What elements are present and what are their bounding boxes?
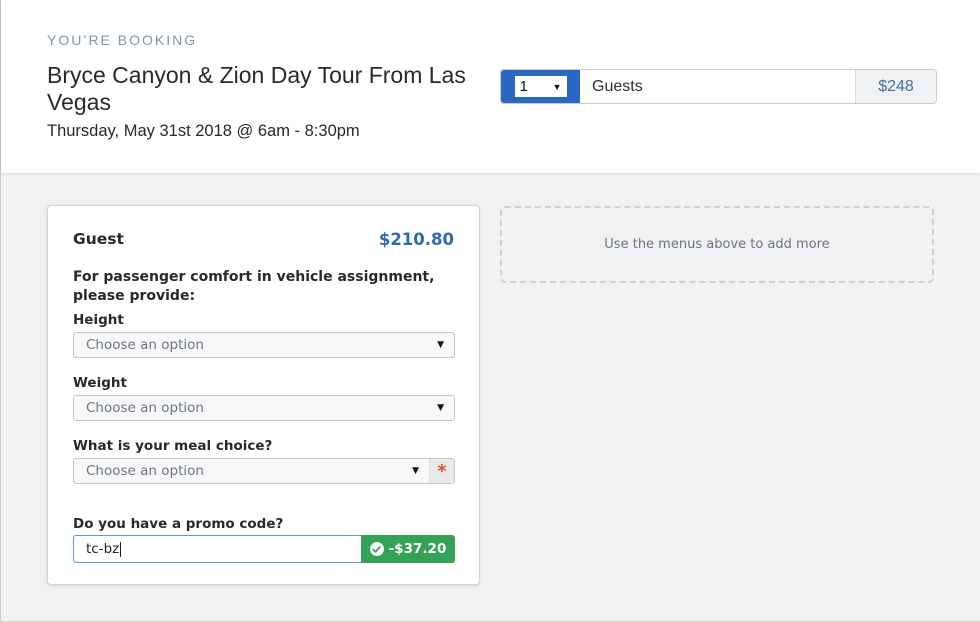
guest-card: Guest $210.80 For passenger comfort in v… [47, 205, 480, 585]
caret-down-icon: ▼ [437, 403, 444, 413]
promo-discount-badge: -$37.20 [361, 535, 455, 563]
promo-discount-amount: -$37.20 [388, 541, 447, 557]
meal-choice-label: What is your meal choice? [73, 438, 273, 454]
weight-select[interactable]: Choose an option ▼ [73, 395, 455, 421]
tour-title: Bryce Canyon & Zion Day Tour From Las Ve… [47, 62, 466, 115]
quantity-select-wrapper: 1 ▼ [501, 70, 580, 103]
caret-down-icon: ▼ [412, 466, 419, 476]
total-price: $248 [855, 70, 936, 103]
check-circle-icon [369, 542, 384, 556]
guests-label: Guests [592, 77, 643, 95]
add-more-placeholder: Use the menus above to add more [500, 206, 934, 283]
tour-date: Thursday, May 31st 2018 @ 6am - 8:30pm [47, 122, 360, 140]
promo-code-input[interactable]: tc-bz [73, 535, 361, 563]
weight-label: Weight [73, 375, 127, 391]
required-asterisk-icon: * [429, 459, 454, 483]
promo-code-value: tc-bz [86, 541, 120, 557]
guest-quantity-select[interactable]: 1 ▼ [514, 76, 567, 97]
promo-code-row: tc-bz -$37.20 [73, 535, 455, 563]
meal-choice-select[interactable]: Choose an option ▼ * [73, 458, 455, 484]
passenger-instructions: For passenger comfort in vehicle assignm… [73, 269, 435, 304]
guest-card-title: Guest [73, 230, 124, 248]
text-cursor [120, 541, 122, 557]
caret-down-icon: ▼ [437, 340, 444, 350]
guest-selector: 1 ▼ Guests $248 [500, 69, 937, 104]
guest-card-price: $210.80 [378, 230, 454, 249]
meal-choice-placeholder: Choose an option [86, 463, 204, 479]
height-label: Height [73, 312, 124, 328]
add-more-text: Use the menus above to add more [604, 237, 830, 252]
promo-code-label: Do you have a promo code? [73, 516, 284, 532]
caret-down-icon: ▼ [552, 81, 562, 92]
booking-header: YOU’RE BOOKING Bryce Canyon & Zion Day T… [1, 0, 980, 173]
booking-eyebrow: YOU’RE BOOKING [47, 32, 198, 48]
height-placeholder: Choose an option [86, 337, 204, 353]
guest-quantity-value: 1 [519, 78, 528, 95]
height-select[interactable]: Choose an option ▼ [73, 332, 455, 358]
weight-placeholder: Choose an option [86, 400, 204, 416]
